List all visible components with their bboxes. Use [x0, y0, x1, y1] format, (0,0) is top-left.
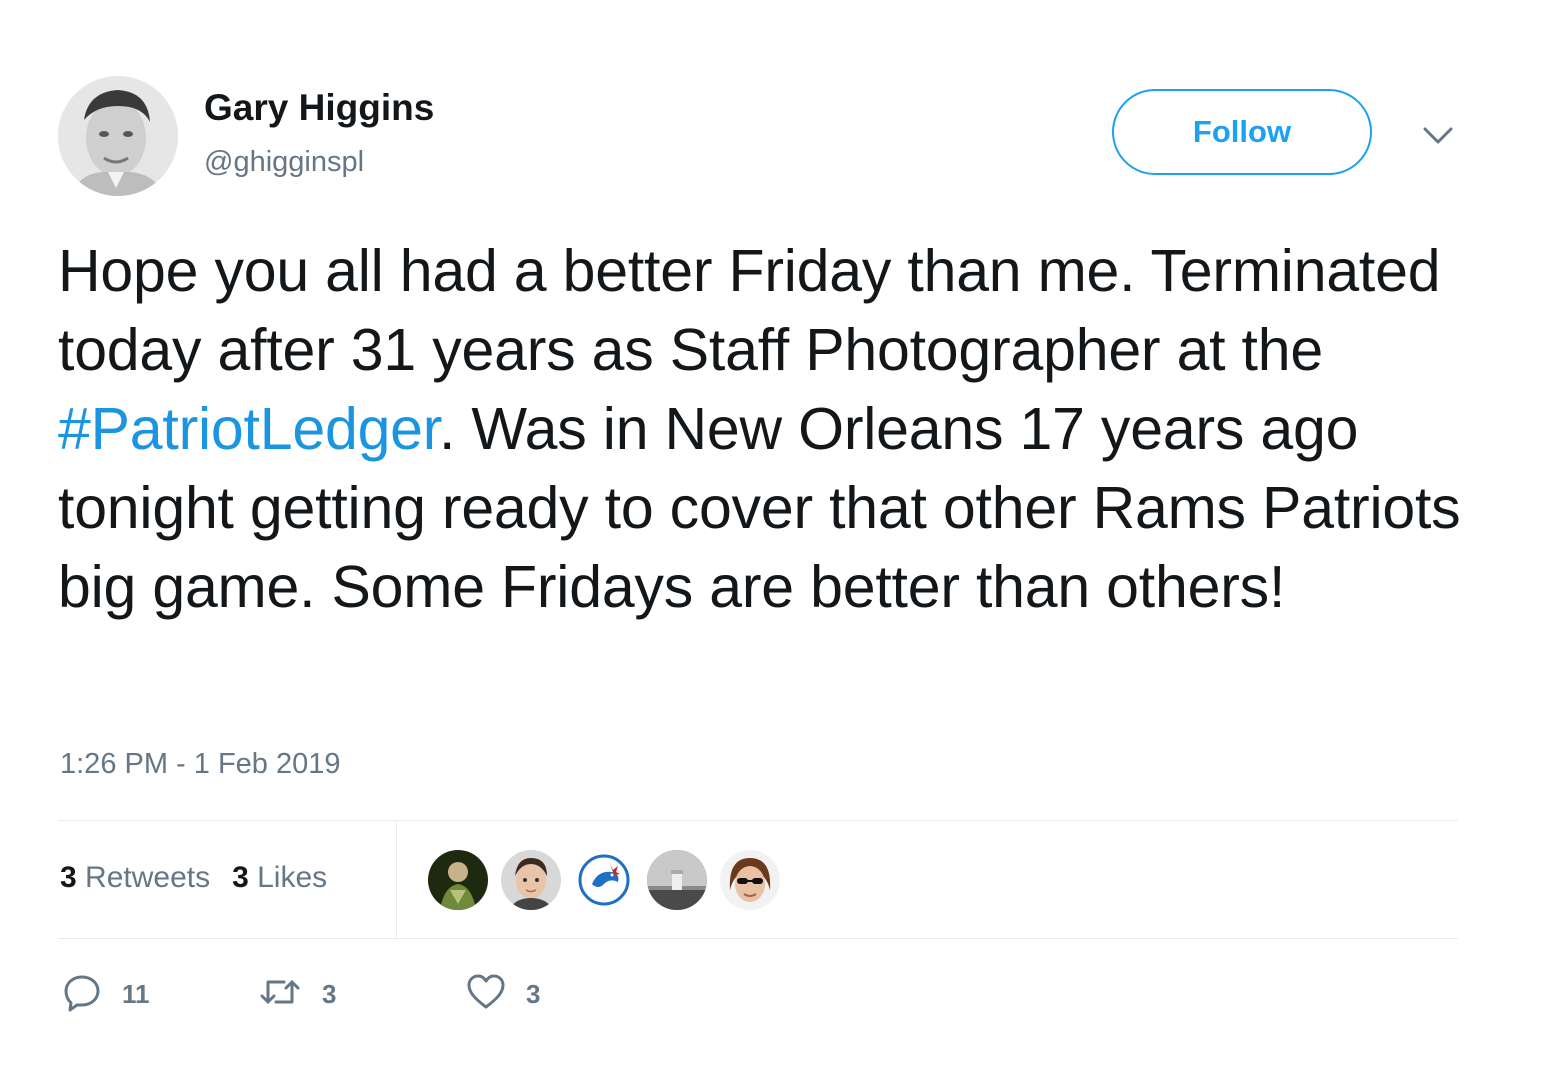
liker-avatar[interactable] — [428, 850, 488, 910]
vertical-divider — [396, 821, 397, 938]
user-display-name[interactable]: Gary Higgins — [204, 86, 434, 130]
likers-avatar-list — [428, 850, 793, 910]
hashtag-link[interactable]: #PatriotLedger — [58, 396, 439, 462]
likes-stat[interactable]: 3 Likes — [232, 860, 327, 896]
reply-icon — [62, 972, 102, 1017]
tweet-timestamp[interactable]: 1:26 PM - 1 Feb 2019 — [60, 746, 341, 782]
like-button[interactable]: 3 — [466, 974, 540, 1014]
heart-icon — [466, 972, 506, 1017]
follow-button[interactable]: Follow — [1112, 89, 1372, 175]
likes-count: 3 — [232, 861, 249, 894]
tweet-card: Gary Higgins @ghigginspl Follow Hope you… — [0, 0, 1550, 1082]
user-avatar[interactable] — [58, 76, 178, 196]
retweets-count: 3 — [60, 861, 77, 894]
divider — [58, 938, 1458, 939]
liker-avatar[interactable] — [574, 850, 634, 910]
retweet-button[interactable]: 3 — [258, 974, 336, 1014]
retweets-stat[interactable]: 3 Retweets — [60, 860, 210, 896]
tweet-text-before: Hope you all had a better Friday than me… — [58, 238, 1441, 383]
liker-avatar[interactable] — [501, 850, 561, 910]
chevron-down-icon[interactable] — [1420, 124, 1456, 148]
divider — [58, 820, 1458, 821]
retweet-icon — [258, 972, 302, 1017]
reply-count: 11 — [122, 978, 150, 1009]
user-handle[interactable]: @ghigginspl — [204, 144, 364, 180]
retweets-label: Retweets — [85, 861, 211, 894]
retweet-count: 3 — [322, 978, 337, 1009]
likes-label: Likes — [257, 861, 328, 894]
tweet-stats: 3 Retweets 3 Likes — [60, 860, 327, 896]
liker-avatar[interactable] — [647, 850, 707, 910]
liker-avatar[interactable] — [720, 850, 780, 910]
reply-button[interactable]: 11 — [62, 974, 150, 1014]
tweet-text: Hope you all had a better Friday than me… — [58, 232, 1478, 627]
like-count: 3 — [526, 978, 541, 1009]
